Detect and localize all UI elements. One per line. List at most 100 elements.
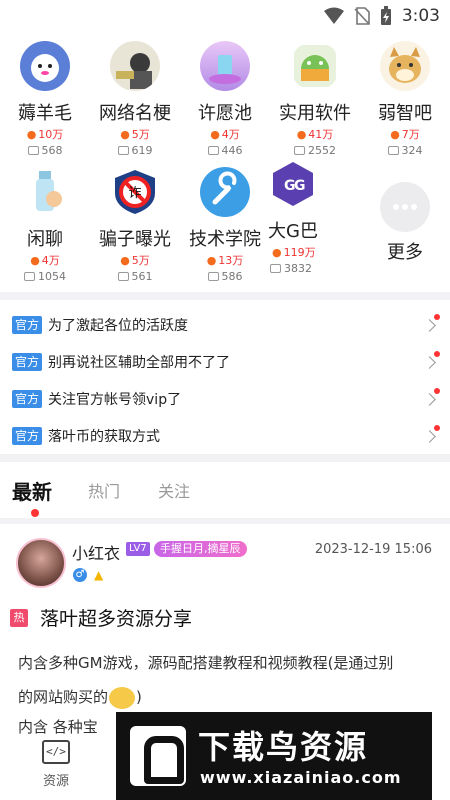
category-item[interactable]: 网络名梗 ● 5万 619 xyxy=(90,41,180,157)
comment-icon xyxy=(207,272,219,281)
category-comments: 568 xyxy=(0,144,90,157)
user-title-badge: 手握日月,摘星辰 xyxy=(154,541,247,557)
fire-icon: ● xyxy=(206,254,217,267)
category-comments: 2552 xyxy=(270,144,360,157)
fire-icon: ● xyxy=(26,128,37,141)
nav-resources-label: 资源 xyxy=(42,774,69,789)
notice-text: 落叶币的获取方式 xyxy=(48,429,161,445)
category-comments: 446 xyxy=(180,144,270,157)
comment-icon xyxy=(117,146,129,155)
official-tag: 官方 xyxy=(12,390,43,408)
no-sim-icon xyxy=(354,7,370,25)
comment-icon xyxy=(387,146,399,155)
category-heat: ● 41万 xyxy=(296,128,334,141)
category-name: 许愿池 xyxy=(198,103,252,124)
category-comments: 619 xyxy=(90,144,180,157)
unread-dot xyxy=(434,314,440,320)
meme-avatar xyxy=(110,41,160,91)
watermark-banner: 下载鸟资源 www.xiazainiao.com xyxy=(116,712,432,800)
comment-icon xyxy=(24,272,35,281)
feed-tabs: 最新 热门 关注 xyxy=(0,462,450,518)
category-comments: 561 xyxy=(90,270,180,283)
svg-text:G: G xyxy=(294,178,306,194)
chevron-right-icon xyxy=(423,429,436,443)
official-notices: 官方 为了激起各位的活跃度 官方 别再说社区辅助全部用不了了 官方 关注官方帐号… xyxy=(0,300,450,454)
category-name: 薅羊毛 xyxy=(18,103,72,124)
notice-text: 别再说社区辅助全部用不了了 xyxy=(48,355,231,371)
category-comments: 1054 xyxy=(0,270,90,283)
category-item[interactable]: GG 大G巴 ● 119万 3832 xyxy=(264,159,340,275)
android-avatar xyxy=(290,41,340,91)
category-name: 大G巴 xyxy=(268,221,318,242)
nav-resources[interactable]: </> 资源 xyxy=(28,740,84,789)
chevron-right-icon xyxy=(423,392,436,406)
category-heat: ● 119万 xyxy=(272,246,316,259)
category-item[interactable]: 弱智吧 ● 7万 324 xyxy=(360,41,450,157)
chevron-right-icon xyxy=(423,355,436,369)
post-time: 2023-12-19 15:06 xyxy=(314,542,432,557)
status-bar: 3:03 xyxy=(0,0,450,34)
wishing-pool-avatar xyxy=(200,41,250,91)
category-comments: 324 xyxy=(360,144,450,157)
notice-item[interactable]: 官方 为了激起各位的活跃度 xyxy=(12,310,440,340)
category-item[interactable]: 技术学院 ● 13万 586 xyxy=(180,167,270,283)
fire-icon: ● xyxy=(120,128,130,141)
comment-icon xyxy=(270,264,281,273)
category-item[interactable]: 诈 骗子曝光 ● 5万 561 xyxy=(90,167,180,283)
watermark-title: 下载鸟资源 xyxy=(198,728,369,766)
watermark-url: www.xiazainiao.com xyxy=(200,768,402,787)
official-tag: 官方 xyxy=(12,353,43,371)
battery-charging-icon xyxy=(380,6,391,25)
notice-text: 为了激起各位的活跃度 xyxy=(48,318,189,334)
post-username[interactable]: 小红衣 xyxy=(72,540,120,564)
category-item[interactable]: 闲聊 ● 4万 1054 xyxy=(0,167,90,283)
category-heat: ● 13万 xyxy=(206,254,244,267)
hot-badge: 热 xyxy=(10,609,28,627)
category-item[interactable]: 薅羊毛 ● 10万 568 xyxy=(0,41,90,157)
comment-icon xyxy=(294,146,305,155)
category-item[interactable]: 实用软件 ● 41万 2552 xyxy=(270,41,360,157)
category-heat: ● 5万 xyxy=(120,254,150,267)
wifi-icon xyxy=(323,7,344,24)
unread-dot xyxy=(434,388,440,394)
status-icons: 3:03 xyxy=(323,6,440,26)
category-name: 弱智吧 xyxy=(378,103,432,124)
code-icon: </> xyxy=(42,740,70,764)
notice-item[interactable]: 官方 落叶币的获取方式 xyxy=(12,421,440,451)
unread-dot xyxy=(434,351,440,357)
level-badge: LV7 xyxy=(126,542,150,556)
more-categories-button[interactable]: 更多 xyxy=(360,182,450,264)
fire-icon: ● xyxy=(30,254,40,267)
post-body-line: 内含多种GM游戏，源码配搭建教程和视频教程(是通过别 xyxy=(18,654,394,672)
fire-icon: ● xyxy=(296,128,307,141)
post-body-line: 内含 各种宝 xyxy=(18,718,98,736)
bottle-avatar xyxy=(20,167,70,217)
more-dots-icon xyxy=(380,182,430,232)
category-grid: 薅羊毛 ● 10万 568 网络名梗 ● 5万 619 许愿池 ● 4万 446 实用… xyxy=(0,34,450,292)
post-title[interactable]: 落叶超多资源分享 xyxy=(40,604,192,631)
fire-icon: ● xyxy=(390,128,400,141)
post-body-line: 的网站购买的) xyxy=(18,680,438,714)
category-item[interactable]: 许愿池 ● 4万 446 xyxy=(180,41,270,157)
fire-icon: ● xyxy=(272,246,282,259)
bird-logo-icon xyxy=(130,726,186,786)
category-heat: ● 4万 xyxy=(30,254,60,267)
category-comments: 586 xyxy=(180,270,270,283)
tab-hot[interactable]: 热门 xyxy=(88,478,120,502)
tab-latest[interactable]: 最新 xyxy=(12,476,52,505)
fire-icon: ● xyxy=(120,254,130,267)
category-name: 网络名梗 xyxy=(99,103,171,124)
official-tag: 官方 xyxy=(12,316,43,334)
avatar[interactable] xyxy=(16,538,66,588)
fire-icon: ● xyxy=(210,128,220,141)
status-time: 3:03 xyxy=(401,6,440,26)
gg-avatar: GG xyxy=(268,159,318,209)
comment-icon xyxy=(27,146,39,155)
tab-following[interactable]: 关注 xyxy=(158,478,190,502)
notice-item[interactable]: 官方 别再说社区辅助全部用不了了 xyxy=(12,347,440,377)
category-heat: ● 10万 xyxy=(26,128,64,141)
category-heat: ● 7万 xyxy=(390,128,420,141)
category-name: 骗子曝光 xyxy=(99,229,171,250)
male-icon: ♂ xyxy=(73,568,87,582)
notice-item[interactable]: 官方 关注官方帐号领vip了 xyxy=(12,384,440,414)
